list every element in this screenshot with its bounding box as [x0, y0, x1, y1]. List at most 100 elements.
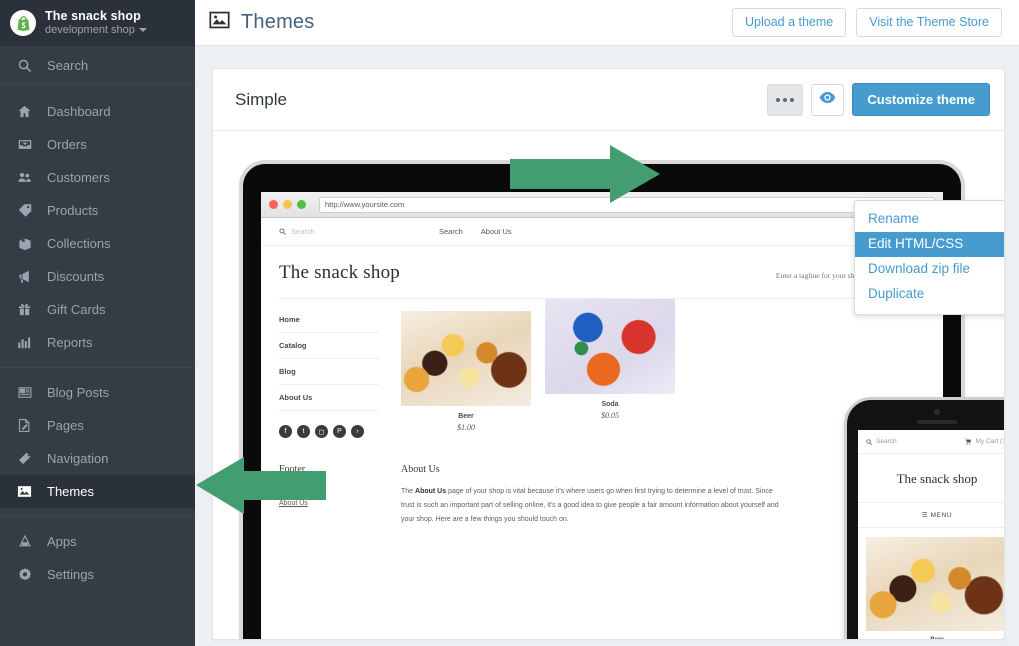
storefront-nav: Search About Us	[439, 227, 512, 236]
phone-screen: Search My Cart (1) The snack shop ☰ MENU	[858, 430, 1004, 639]
green-arrow-pointing-to-themes-nav	[196, 457, 326, 514]
sidebar-group-footer: Apps Settings	[0, 516, 195, 591]
product-name: Soda	[601, 401, 619, 408]
ellipsis-icon	[783, 97, 788, 102]
preview-theme-button[interactable]	[811, 83, 845, 116]
about-heading: About Us	[401, 464, 440, 475]
storefront-topbar: Search Search About Us (1)	[261, 218, 943, 246]
sidebar-item-customers[interactable]: Customers	[0, 161, 195, 194]
phone-menu-button[interactable]: ☰ MENU	[858, 503, 1004, 528]
product-price: $0.05	[601, 411, 619, 420]
sidebar-item-label: Themes	[47, 484, 94, 499]
shop-names: The snack shop development shop	[45, 9, 147, 36]
search-icon	[16, 58, 33, 73]
minimize-window-dot	[283, 200, 292, 209]
themes-image-icon	[16, 484, 33, 499]
menu-item-edit-html-css[interactable]: Edit HTML/CSS	[855, 232, 1004, 257]
upload-theme-button[interactable]: Upload a theme	[731, 8, 847, 37]
main-region: Themes Upload a theme Visit the Theme St…	[195, 0, 1019, 646]
storefront-side-link: Home	[279, 307, 379, 333]
customers-people-icon	[16, 170, 33, 185]
sidebar-item-themes[interactable]: Themes	[0, 475, 195, 508]
sidebar-item-label: Blog Posts	[47, 385, 110, 400]
storefront-header: The snack shop Enter a tagline for your …	[261, 246, 943, 284]
about-lead: The	[401, 488, 416, 495]
beer-glasses-photo	[401, 311, 531, 406]
storefront-side-link: Blog	[279, 359, 379, 385]
sidebar-item-label: Discounts	[47, 269, 105, 284]
tablet-screen: http://www.yoursite.com Search Search Ab…	[261, 192, 943, 639]
menu-item-rename[interactable]: Rename	[855, 207, 1004, 232]
customize-theme-button[interactable]: Customize theme	[852, 83, 990, 116]
shopify-bag-icon	[10, 10, 36, 36]
sidebar-group-primary: Dashboard Orders Customers Products Coll…	[0, 85, 195, 359]
sidebar-item-discounts[interactable]: Discounts	[0, 260, 195, 293]
sidebar-search[interactable]: Search	[0, 46, 195, 85]
rss-icon: ›	[351, 425, 364, 438]
phone-storefront-topbar: Search My Cart (1)	[858, 430, 1004, 454]
storefront-search: Search	[279, 227, 439, 236]
ellipsis-icon	[776, 97, 781, 102]
sidebar-item-pages[interactable]: Pages	[0, 409, 195, 442]
page-title-wrap: Themes	[209, 11, 314, 34]
sidebar-item-collections[interactable]: Collections	[0, 227, 195, 260]
sidebar-item-products[interactable]: Products	[0, 194, 195, 227]
storefront-search-placeholder: Search	[291, 227, 315, 236]
sidebar-item-label: Orders	[47, 137, 87, 152]
more-actions-button[interactable]	[767, 83, 804, 116]
chevron-down-icon	[138, 28, 147, 33]
beer-glasses-photo	[866, 537, 1004, 631]
storefront-nav-link: About Us	[480, 227, 512, 236]
about-text: page of your shop is vital because it's …	[401, 488, 779, 523]
about-paragraph: The About Us page of your shop is vital …	[401, 485, 781, 527]
pinterest-icon: P	[333, 425, 346, 438]
sidebar-item-navigation[interactable]: Navigation	[0, 442, 195, 475]
storefront-nav-link: Search	[439, 227, 463, 236]
soda-cans-photo	[545, 299, 675, 394]
sidebar-item-label: Apps	[47, 534, 77, 549]
sidebar-item-reports[interactable]: Reports	[0, 326, 195, 359]
storefront-body: Home Catalog Blog About Us f t ◻ P › Bee…	[261, 299, 943, 438]
sidebar-item-settings[interactable]: Settings	[0, 558, 195, 591]
sidebar-item-dashboard[interactable]: Dashboard	[0, 95, 195, 128]
sidebar-group-content: Blog Posts Pages Navigation Themes	[0, 367, 195, 508]
sidebar-item-label: Customers	[47, 170, 110, 185]
product-tag-icon	[16, 203, 33, 218]
storefront-sidebar: Home Catalog Blog About Us f t ◻ P ›	[279, 307, 379, 438]
green-arrow-pointing-to-edit-html-css	[510, 145, 660, 203]
orders-inbox-icon	[16, 137, 33, 152]
content-area: Simple Customize theme http://www.yoursi…	[195, 46, 1019, 640]
phone-product-name: Beer	[858, 637, 1004, 639]
sidebar-item-orders[interactable]: Orders	[0, 128, 195, 161]
phone-menu-label: MENU	[930, 512, 953, 519]
about-bold: About Us	[415, 488, 447, 495]
sidebar-item-gift-cards[interactable]: Gift Cards	[0, 293, 195, 326]
phone-shop-name: The snack shop	[858, 454, 1004, 503]
shop-name: The snack shop	[45, 9, 141, 24]
page-title: Themes	[241, 11, 315, 33]
top-bar: Themes Upload a theme Visit the Theme St…	[195, 0, 1019, 46]
visit-theme-store-button[interactable]: Visit the Theme Store	[856, 8, 1002, 37]
storefront-shop-name: The snack shop	[279, 262, 400, 283]
menu-item-duplicate[interactable]: Duplicate	[855, 282, 1004, 307]
gear-icon	[16, 567, 33, 582]
shop-subtitle-row: development shop	[45, 24, 147, 37]
sidebar-item-apps[interactable]: Apps	[0, 525, 195, 558]
ellipsis-icon	[790, 97, 795, 102]
sidebar-item-label: Products	[47, 203, 99, 218]
storefront-preview: Search Search About Us (1)	[261, 218, 943, 639]
eye-icon	[819, 91, 836, 109]
apps-icon	[16, 534, 33, 549]
phone-speaker	[917, 420, 957, 424]
pages-edit-icon	[16, 418, 33, 433]
home-icon	[16, 104, 33, 119]
sidebar-search-label: Search	[47, 57, 89, 73]
shop-switcher[interactable]: The snack shop development shop	[0, 0, 195, 46]
storefront-social-links: f t ◻ P ›	[279, 425, 379, 438]
sidebar-item-label: Pages	[47, 418, 84, 433]
gift-card-icon	[16, 302, 33, 317]
menu-item-download-zip[interactable]: Download zip file	[855, 257, 1004, 282]
theme-actions: Customize theme	[767, 83, 990, 116]
sidebar-item-blog-posts[interactable]: Blog Posts	[0, 376, 195, 409]
phone-camera	[934, 409, 940, 415]
